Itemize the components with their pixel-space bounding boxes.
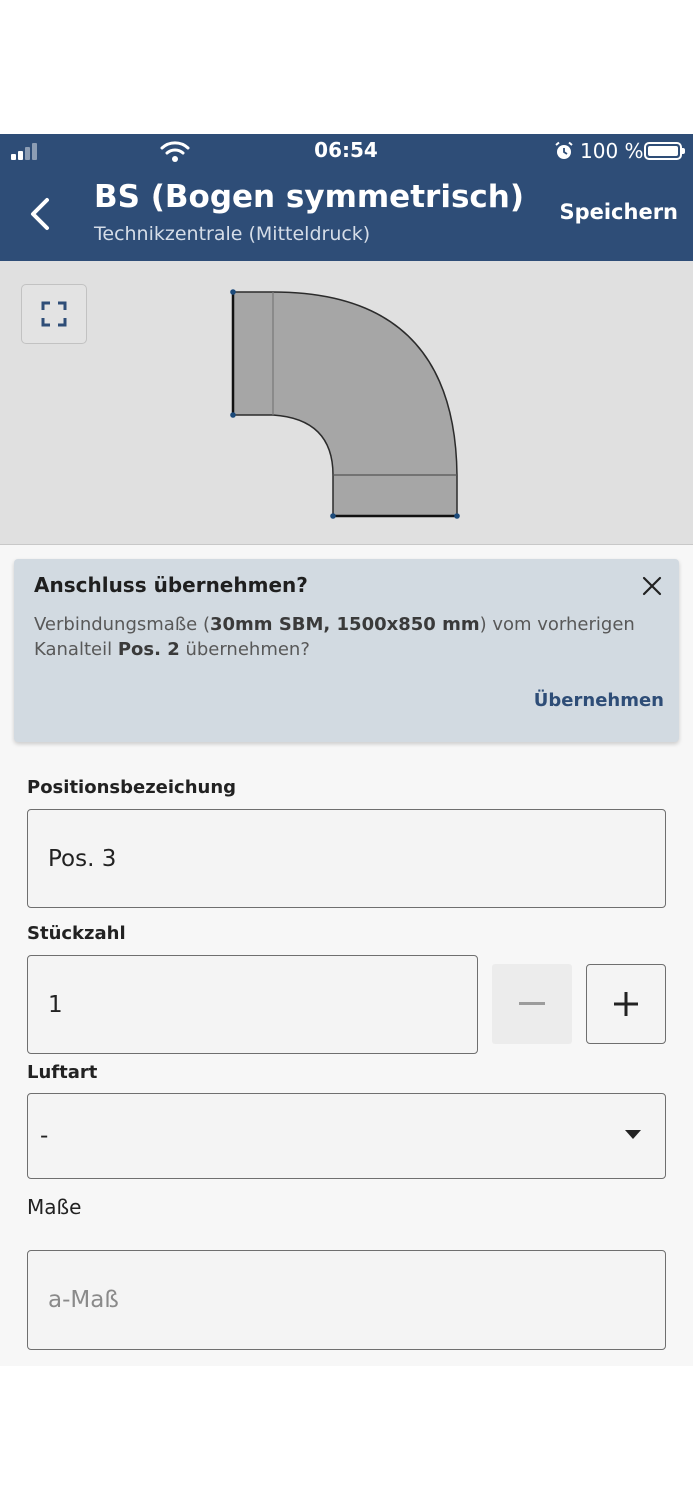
status-bar: 06:54 100 % bbox=[0, 134, 693, 168]
page-title: BS (Bogen symmetrisch) bbox=[94, 179, 525, 215]
quantity-label: Stückzahl bbox=[27, 923, 126, 944]
dimensions-label: Maße bbox=[27, 1195, 82, 1219]
page-subtitle: Technikzentrale (Mitteldruck) bbox=[94, 223, 371, 245]
elbow-duct-drawing bbox=[230, 289, 460, 519]
air-type-select[interactable]: - bbox=[27, 1093, 666, 1179]
status-time: 06:54 bbox=[314, 138, 378, 162]
alarm-icon bbox=[555, 141, 573, 159]
chevron-left-icon bbox=[31, 198, 49, 230]
a-dimension-field[interactable]: a-Maß bbox=[27, 1250, 666, 1350]
position-label: Positionsbezeichung bbox=[27, 777, 237, 798]
position-field[interactable]: Pos. 3 bbox=[27, 809, 666, 908]
position-value: Pos. 3 bbox=[48, 845, 117, 872]
app-header: 06:54 100 % BS (Bogen symmetrisch) Techn… bbox=[0, 134, 693, 261]
quantity-field[interactable]: 1 bbox=[27, 955, 478, 1054]
app-screen: 06:54 100 % BS (Bogen symmetrisch) Techn… bbox=[0, 134, 693, 1366]
quantity-value: 1 bbox=[48, 991, 63, 1018]
save-button[interactable]: Speichern bbox=[559, 200, 678, 224]
connection-point bbox=[230, 289, 236, 295]
connection-point bbox=[230, 412, 236, 418]
shape-preview bbox=[0, 261, 693, 545]
signal-icon bbox=[11, 143, 41, 160]
caret-down-icon bbox=[625, 1130, 641, 1139]
close-icon[interactable] bbox=[641, 575, 663, 597]
bottom-blank-area bbox=[0, 1366, 693, 1500]
air-type-value: - bbox=[40, 1123, 49, 1149]
banner-message: Verbindungsmaße (30mm SBM, 1500x850 mm) … bbox=[34, 614, 635, 660]
battery-icon bbox=[644, 142, 685, 160]
top-blank-area bbox=[0, 0, 693, 134]
air-type-label: Luftart bbox=[27, 1062, 98, 1083]
battery-percentage: 100 % bbox=[580, 139, 644, 163]
a-dimension-placeholder: a-Maß bbox=[48, 1287, 119, 1313]
plus-icon bbox=[614, 992, 638, 1016]
banner-title: Anschluss übernehmen? bbox=[34, 573, 308, 597]
connection-point bbox=[454, 513, 460, 519]
wifi-icon bbox=[160, 141, 190, 162]
apply-button[interactable]: Übernehmen bbox=[534, 690, 664, 711]
increase-button[interactable] bbox=[586, 964, 666, 1044]
back-button[interactable] bbox=[20, 189, 60, 239]
minus-icon bbox=[519, 1002, 545, 1005]
connection-point bbox=[330, 513, 336, 519]
connection-banner: Anschluss übernehmen? Verbindungsmaße (3… bbox=[14, 559, 679, 742]
decrease-button[interactable] bbox=[492, 964, 572, 1044]
